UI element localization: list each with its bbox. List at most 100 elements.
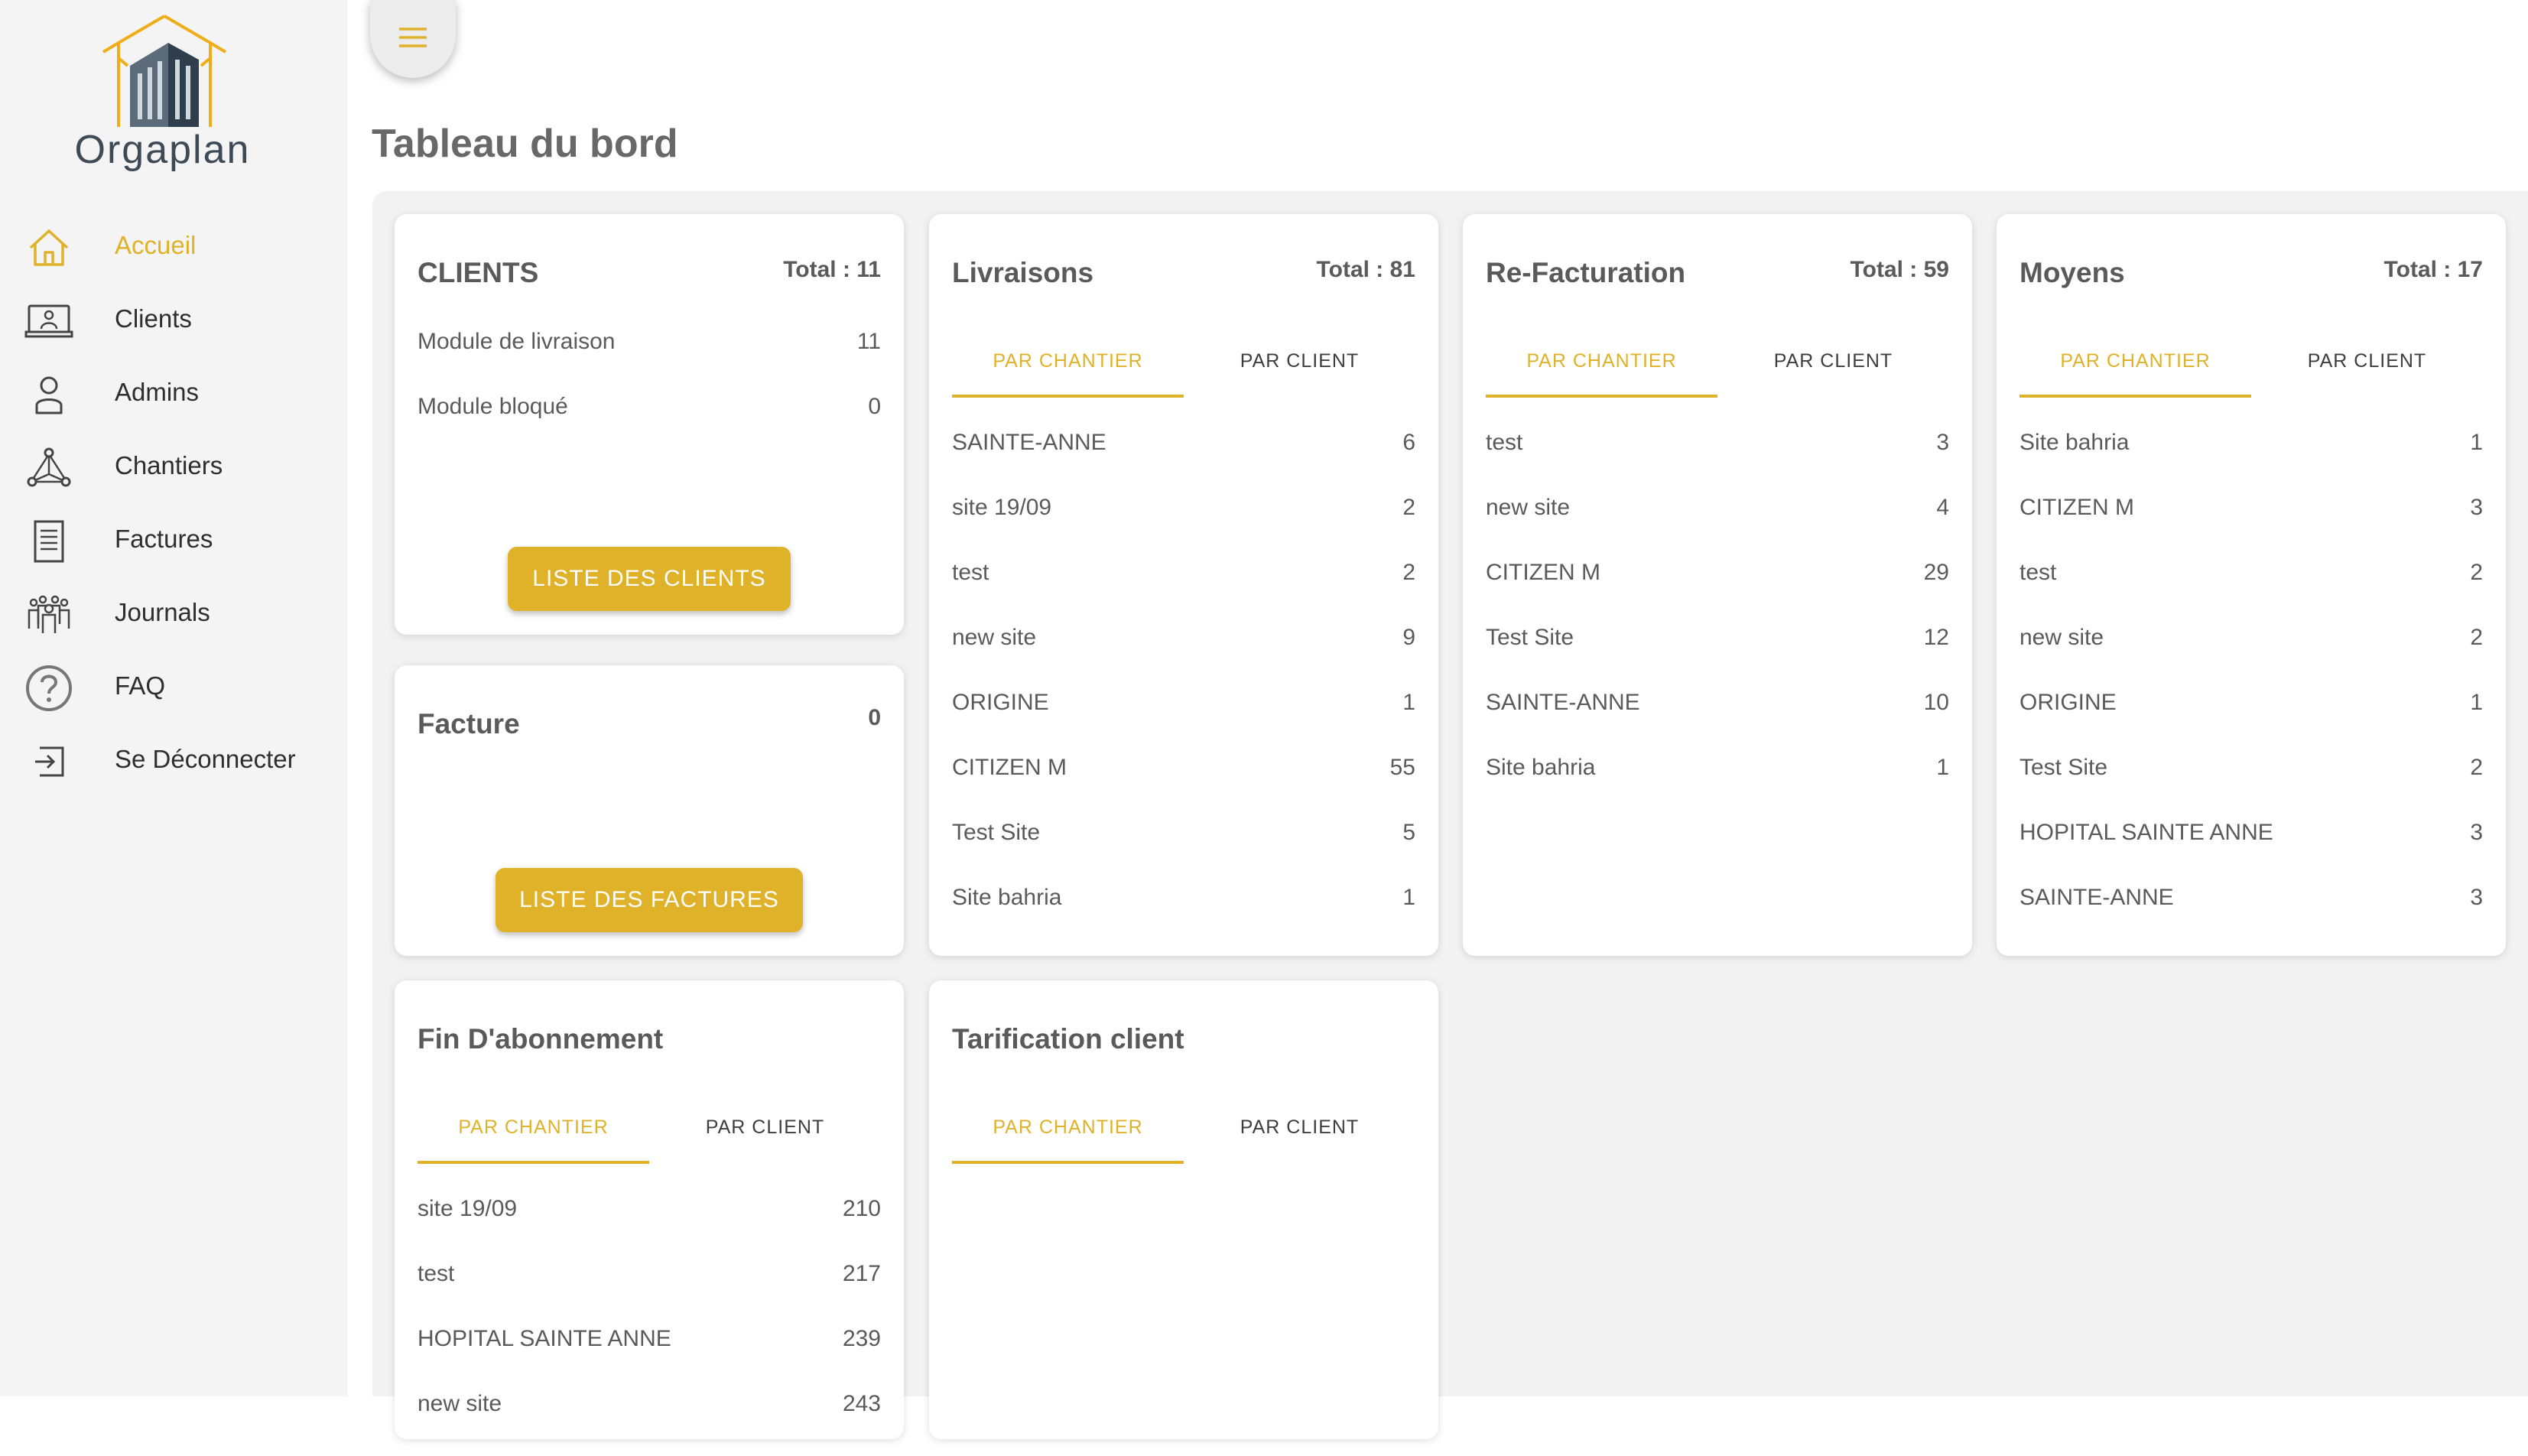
list-item: Test Site 5: [952, 820, 1415, 885]
card-title: Livraisons: [952, 257, 1094, 288]
list-item: new site 2: [2019, 625, 2483, 690]
tab-par-chantier[interactable]: PAR CHANTIER: [952, 1109, 1184, 1164]
tab-par-client[interactable]: PAR CLIENT: [1184, 343, 1415, 398]
item-value: 55: [1389, 755, 1415, 780]
tab-par-client[interactable]: PAR CLIENT: [1717, 343, 1949, 398]
list-item: CITIZEN M 29: [1486, 560, 1949, 625]
factures-list-button[interactable]: LISTE DES FACTURES: [496, 868, 803, 932]
item-value: 243: [842, 1391, 881, 1416]
dashboard-board: CLIENTS Total : 11 Module de livraison 1…: [372, 191, 2528, 1439]
refacturation-card: Re-Facturation Total : 59 PAR CHANTIER P…: [1463, 214, 1972, 956]
item-value: 2: [2470, 625, 2483, 650]
list-item: new site 9: [952, 625, 1415, 690]
item-value: 3: [2470, 885, 2483, 910]
item-value: 1: [1402, 690, 1415, 715]
sidebar-item-logout[interactable]: Se Déconnecter: [0, 728, 348, 801]
item-value: 1: [1402, 885, 1415, 910]
item-value: 2: [1402, 495, 1415, 520]
item-label: new site: [2019, 625, 2104, 650]
item-label: test: [952, 560, 989, 585]
list-item: Test Site 12: [1486, 625, 1949, 690]
stat-row: Module bloqué 0: [418, 394, 881, 432]
item-value: 2: [2470, 560, 2483, 585]
tabs: PAR CHANTIER PAR CLIENT: [952, 1109, 1415, 1164]
item-value: 3: [2470, 495, 2483, 520]
item-label: SAINTE-ANNE: [1486, 690, 1640, 715]
list-item: Site bahria 1: [2019, 430, 2483, 495]
home-icon: [24, 223, 73, 272]
list-item: HOPITAL SAINTE ANNE 3: [2019, 820, 2483, 885]
list-item: HOPITAL SAINTE ANNE 239: [418, 1326, 881, 1391]
sidebar-item-label: Admins: [115, 378, 200, 406]
tabs: PAR CHANTIER PAR CLIENT: [2019, 343, 2483, 398]
sidebar-item-label: Accueil: [115, 231, 197, 259]
list-item: test 3: [1486, 430, 1949, 495]
building-crane-icon: [102, 15, 227, 127]
item-value: 210: [842, 1196, 881, 1221]
list-item: Site bahria 1: [1486, 755, 1949, 820]
item-value: 3: [2470, 820, 2483, 845]
tarification-card: Tarification client PAR CHANTIER PAR CLI…: [929, 980, 1438, 1439]
tab-par-chantier[interactable]: PAR CHANTIER: [952, 343, 1184, 398]
sidebar-item-admins[interactable]: Admins: [0, 361, 348, 434]
item-label: CITIZEN M: [1486, 560, 1600, 585]
item-label: Test Site: [2019, 755, 2108, 780]
list-item: test 2: [952, 560, 1415, 625]
item-value: 239: [842, 1326, 881, 1351]
sidebar-item-label: Clients: [115, 304, 192, 333]
sidebar-item-chantiers[interactable]: Chantiers: [0, 434, 348, 508]
item-value: 1: [2470, 690, 2483, 715]
list-item: SAINTE-ANNE 10: [1486, 690, 1949, 755]
item-label: test: [2019, 560, 2057, 585]
tab-par-chantier[interactable]: PAR CHANTIER: [418, 1109, 649, 1164]
page-title: Tableau du bord: [372, 122, 678, 166]
item-label: Test Site: [1486, 625, 1574, 650]
stat-label: Module de livraison: [418, 329, 616, 354]
tab-par-client[interactable]: PAR CLIENT: [1184, 1109, 1415, 1164]
item-label: site 19/09: [952, 495, 1052, 520]
card-title: Facture: [418, 708, 520, 739]
card-total: Total : 11: [783, 257, 881, 282]
sidebar-item-clients[interactable]: Clients: [0, 288, 348, 361]
item-label: test: [1486, 430, 1523, 455]
list-item: ORIGINE 1: [2019, 690, 2483, 755]
app-logo-text: Orgaplan: [74, 128, 251, 172]
clients-list-button[interactable]: LISTE DES CLIENTS: [508, 547, 791, 611]
item-label: HOPITAL SAINTE ANNE: [2019, 820, 2273, 845]
item-label: ORIGINE: [2019, 690, 2117, 715]
app-logo: Orgaplan: [73, 12, 252, 177]
item-value: 2: [1402, 560, 1415, 585]
sidebar-item-faq[interactable]: FAQ: [0, 655, 348, 728]
sidebar-item-accueil[interactable]: Accueil: [0, 214, 348, 288]
card-title: Fin D'abonnement: [418, 1023, 664, 1055]
list-item: Site bahria 1: [952, 885, 1415, 950]
stat-label: Module bloqué: [418, 394, 568, 419]
list-item: site 19/09 210: [418, 1196, 881, 1261]
refacturation-list: test 3 new site 4 CITIZEN M 29 Test Site 12 …: [1486, 430, 1949, 820]
tabs: PAR CHANTIER PAR CLIENT: [1486, 343, 1949, 398]
card-title: CLIENTS: [418, 257, 539, 288]
network-icon: [24, 444, 73, 492]
card-total: Total : 59: [1850, 257, 1949, 282]
menu-toggle-button[interactable]: [370, 0, 456, 78]
item-label: new site: [418, 1391, 502, 1416]
sidebar: Orgaplan Accueil Clients Admins Chantier…: [0, 0, 348, 1396]
card-total: Total : 81: [1316, 257, 1415, 282]
item-label: Site bahria: [2019, 430, 2130, 455]
item-value: 2: [2470, 755, 2483, 780]
item-label: Site bahria: [952, 885, 1062, 910]
tab-par-chantier[interactable]: PAR CHANTIER: [1486, 343, 1717, 398]
user-icon: [24, 370, 73, 419]
sidebar-item-journals[interactable]: Journals: [0, 581, 348, 655]
stat-value: 11: [856, 329, 881, 354]
list-item: test 2: [2019, 560, 2483, 625]
item-label: site 19/09: [418, 1196, 518, 1221]
stat-value: 0: [868, 394, 881, 419]
tab-par-client[interactable]: PAR CLIENT: [649, 1109, 881, 1164]
tab-par-chantier[interactable]: PAR CHANTIER: [2019, 343, 2251, 398]
sidebar-item-factures[interactable]: Factures: [0, 508, 348, 581]
document-icon: [24, 517, 73, 566]
tab-par-client[interactable]: PAR CLIENT: [2251, 343, 2483, 398]
group-icon: [24, 590, 73, 639]
sidebar-item-label: Se Déconnecter: [115, 745, 296, 773]
